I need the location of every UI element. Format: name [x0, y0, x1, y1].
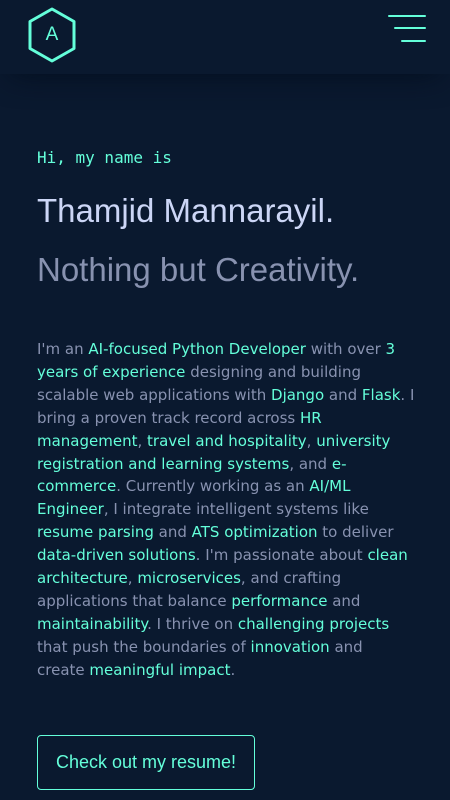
bio-highlight: Flask: [361, 385, 401, 404]
bio-text: ,: [137, 431, 148, 450]
menu-line-middle: [394, 27, 426, 29]
bio-highlight: innovation: [250, 637, 330, 656]
bio-highlight: performance: [231, 591, 328, 610]
menu-line-bottom: [401, 40, 426, 42]
bio-highlight: maintainability: [37, 614, 148, 633]
bio-text: and: [153, 523, 192, 542]
bio-highlight: Django: [271, 385, 325, 404]
bio-text: . I thrive on: [147, 614, 238, 633]
bio-highlight: resume parsing: [37, 523, 154, 542]
bio-paragraph: I'm an AI-focused Python Developer with …: [37, 338, 415, 682]
hamburger-menu-button[interactable]: [384, 14, 426, 44]
greeting-text: Hi, my name is: [37, 148, 172, 167]
bio-highlight: travel and hospitality: [147, 431, 307, 450]
bio-text: with over: [305, 340, 386, 358]
bio-text: .: [230, 660, 236, 679]
bio-highlight: AI-focused Python Developer: [88, 340, 306, 358]
bio-text: ,: [127, 569, 138, 588]
bio-highlight: meaningful impact: [89, 660, 231, 679]
bio-highlight: challenging projects: [237, 614, 390, 633]
bio-text: I'm an: [37, 340, 89, 358]
bio-text: and: [327, 591, 361, 610]
bio-highlight: microservices: [137, 569, 241, 588]
tagline-heading: Nothing but Creativity.: [37, 251, 360, 288]
resume-button[interactable]: Check out my resume!: [37, 735, 255, 790]
bio-text: to deliver: [317, 523, 394, 542]
bio-text: . Currently working as an: [116, 477, 310, 496]
bio-text: that push the boundaries of: [37, 637, 251, 656]
logo-letter: A: [45, 24, 59, 45]
name-heading: Thamjid Mannarayil.: [37, 192, 335, 229]
bio-text: , I integrate intelligent systems like: [103, 500, 369, 519]
bio-text: , and: [289, 454, 332, 473]
bio-text: and: [324, 385, 362, 404]
bio-text: . I'm passionate about: [195, 546, 368, 565]
bio-highlight: data-driven solutions: [37, 546, 196, 565]
navbar: A: [0, 0, 450, 74]
menu-line-top: [388, 15, 426, 17]
bio-text: ,: [306, 431, 317, 450]
bio-highlight: ATS optimization: [191, 523, 318, 542]
logo-link[interactable]: A: [26, 7, 78, 63]
